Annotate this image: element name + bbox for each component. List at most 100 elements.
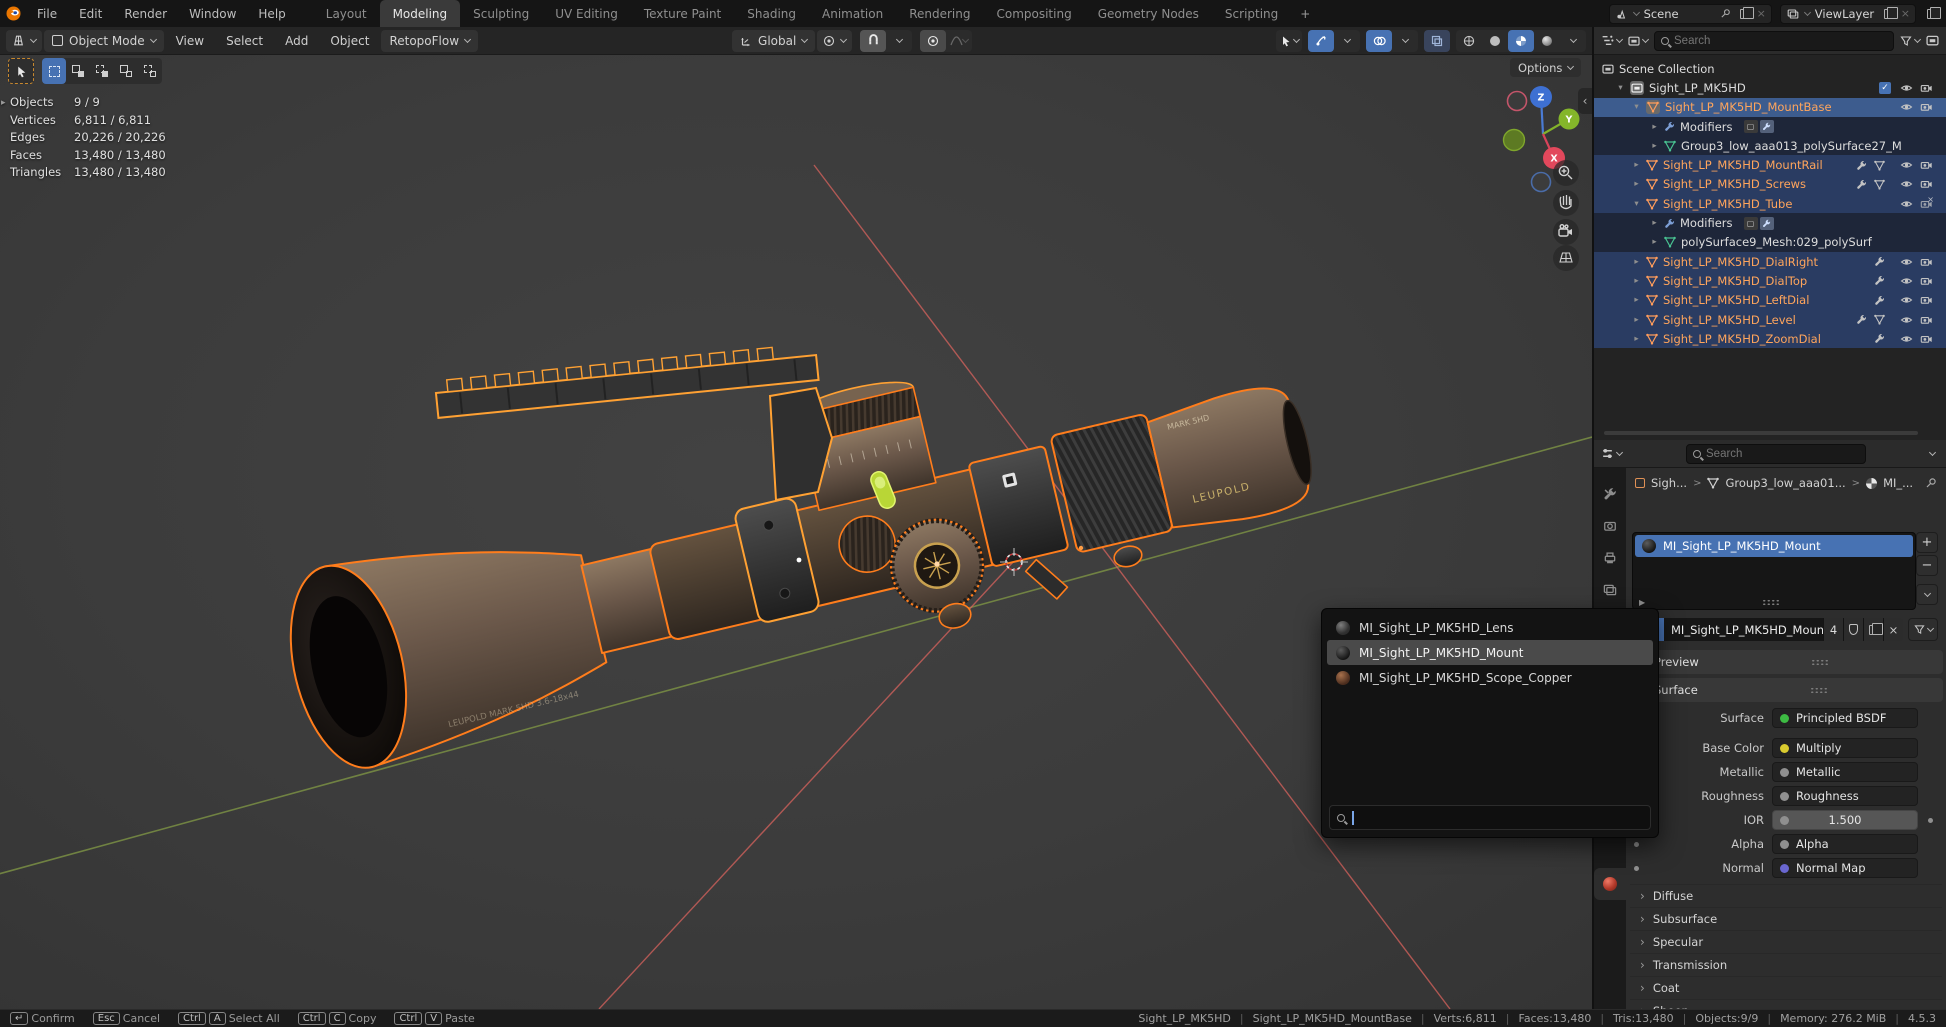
- blender-logo-icon[interactable]: [0, 0, 26, 27]
- disclosure-icon[interactable]: ▾: [1616, 83, 1625, 93]
- outliner-row-mesh-data[interactable]: ▸ Group3_low_aaa013_polySurface27_M: [1594, 136, 1946, 155]
- outliner-row-level[interactable]: ▸ Sight_LP_MK5HD_Level: [1594, 310, 1946, 329]
- gizmos-toggle[interactable]: [1308, 30, 1334, 52]
- section-preview[interactable]: ▸ Preview: [1629, 650, 1943, 674]
- tab-scripting[interactable]: Scripting: [1212, 0, 1291, 27]
- camera-view-button[interactable]: [1553, 219, 1579, 245]
- properties-options-icon[interactable]: [1929, 448, 1936, 455]
- menu-object[interactable]: Object: [320, 34, 379, 48]
- unlink-material-button[interactable]: ×: [1883, 618, 1903, 641]
- section-transmission[interactable]: ›Transmission: [1630, 953, 1942, 976]
- outliner-row-scene-collection[interactable]: Scene Collection: [1594, 59, 1946, 78]
- outliner-scrollbar[interactable]: [1604, 431, 1918, 435]
- snap-settings-dropdown[interactable]: [886, 30, 912, 52]
- shading-solid-button[interactable]: [1482, 30, 1508, 52]
- roughness-field[interactable]: Roughness: [1772, 786, 1918, 806]
- eye-icon[interactable]: [1900, 333, 1913, 345]
- outliner-row-leftdial[interactable]: ▸ Sight_LP_MK5HD_LeftDial: [1594, 291, 1946, 310]
- tab-animation[interactable]: Animation: [809, 0, 896, 27]
- zoom-button[interactable]: [1553, 160, 1579, 186]
- section-diffuse[interactable]: ›Diffuse: [1630, 884, 1942, 907]
- shading-dropdown[interactable]: [1560, 30, 1586, 52]
- tab-tool[interactable]: [1594, 478, 1626, 510]
- viewport-3d-scene[interactable]: LEUPOLD MARK 5HD 3.6-18x44: [0, 55, 1592, 1009]
- dropdown-item-lens[interactable]: MI_Sight_LP_MK5HD_Lens: [1327, 615, 1653, 640]
- tab-geometry-nodes[interactable]: Geometry Nodes: [1085, 0, 1212, 27]
- overlays-toggle[interactable]: [1366, 30, 1392, 52]
- outliner-row-mesh-data[interactable]: ▸ polySurface9_Mesh:029_polySurf: [1594, 233, 1946, 252]
- camera-icon[interactable]: [1920, 82, 1933, 94]
- pan-button[interactable]: [1553, 190, 1579, 216]
- outliner-row-modifiers[interactable]: ▸ Modifiers ▢: [1594, 213, 1946, 232]
- tab-modeling[interactable]: Modeling: [380, 0, 461, 27]
- outliner-row-mountrail[interactable]: ▸ Sight_LP_MK5HD_MountRail: [1594, 155, 1946, 174]
- modifier-display-toggle[interactable]: ▢: [1744, 120, 1758, 133]
- camera-icon[interactable]: [1920, 159, 1933, 171]
- menu-window[interactable]: Window: [178, 0, 247, 27]
- tab-shading[interactable]: Shading: [734, 0, 809, 27]
- under-knob[interactable]: [1112, 544, 1144, 570]
- outliner-row-tube[interactable]: ▾ Sight_LP_MK5HD_Tube ×: [1594, 194, 1946, 213]
- menu-edit[interactable]: Edit: [68, 0, 113, 27]
- base-color-field[interactable]: Multiply: [1772, 738, 1918, 758]
- outliner-row-screws[interactable]: ▸ Sight_LP_MK5HD_Screws: [1594, 175, 1946, 194]
- outliner-row-dialright[interactable]: ▸ Sight_LP_MK5HD_DialRight: [1594, 252, 1946, 271]
- tab-output[interactable]: [1594, 542, 1626, 574]
- pivot-point-dropdown[interactable]: [817, 30, 852, 52]
- breadcrumb-data[interactable]: Group3_low_aaa01...: [1725, 476, 1845, 490]
- proportional-falloff-dropdown[interactable]: [946, 30, 972, 52]
- throw-lever[interactable]: [1024, 554, 1070, 604]
- eye-icon[interactable]: [1900, 256, 1913, 268]
- gizmo-axis-neg-x[interactable]: [1508, 92, 1527, 111]
- ortho-grid-button[interactable]: [1553, 245, 1579, 271]
- select-box-intersect-button[interactable]: [138, 58, 162, 84]
- select-box-new-button[interactable]: [42, 58, 66, 84]
- outliner-filter-button[interactable]: [1900, 35, 1920, 47]
- camera-icon[interactable]: [1920, 178, 1933, 190]
- pin-icon[interactable]: [1719, 7, 1733, 21]
- options-button[interactable]: Options: [1510, 58, 1581, 77]
- tab-uv-editing[interactable]: UV Editing: [542, 0, 631, 27]
- slot-specials-button[interactable]: [1916, 584, 1938, 605]
- gizmos-dropdown[interactable]: [1334, 30, 1360, 52]
- shading-rendered-button[interactable]: [1534, 30, 1560, 52]
- add-workspace-button[interactable]: +: [1291, 0, 1319, 27]
- material-users-count[interactable]: 4: [1823, 618, 1843, 641]
- gizmo-axis-neg-z[interactable]: [1532, 173, 1551, 192]
- resize-grip[interactable]: [1762, 599, 1780, 606]
- eye-icon[interactable]: [1900, 198, 1913, 210]
- show-object-types-dropdown[interactable]: [1276, 30, 1302, 52]
- add-slot-button[interactable]: +: [1916, 532, 1938, 553]
- camera-icon[interactable]: [1920, 294, 1933, 306]
- camera-icon[interactable]: [1920, 101, 1933, 113]
- tab-layout[interactable]: Layout: [313, 0, 380, 27]
- disclosure-icon[interactable]: ▾: [1632, 199, 1641, 209]
- new-scene-icon[interactable]: [1738, 7, 1752, 21]
- shading-material-preview-button[interactable]: [1508, 30, 1534, 52]
- decorator-dot[interactable]: [1634, 866, 1639, 871]
- material-slot-list[interactable]: MI_Sight_LP_MK5HD_Mount ▶: [1632, 532, 1916, 610]
- properties-search[interactable]: [1686, 444, 1866, 464]
- section-surface[interactable]: ▾ Surface: [1629, 678, 1943, 702]
- disclosure-icon[interactable]: ▸: [1632, 295, 1641, 305]
- new-viewlayer-icon[interactable]: [1882, 7, 1896, 21]
- select-box-extend-button[interactable]: [66, 58, 90, 84]
- mount-rail[interactable]: [435, 343, 819, 418]
- slot-filter-icon[interactable]: ▶: [1639, 598, 1645, 607]
- disclosure-icon[interactable]: ▸: [1650, 141, 1659, 151]
- breadcrumb-material[interactable]: MI_...: [1883, 476, 1913, 490]
- retopoflow-menu[interactable]: RetopoFlow: [381, 30, 478, 52]
- tab-view-layer[interactable]: [1594, 574, 1626, 606]
- menu-view[interactable]: View: [166, 34, 214, 48]
- outliner-editor-type-button[interactable]: [1601, 34, 1622, 47]
- outliner-search-input[interactable]: [1674, 35, 1887, 47]
- tab-sculpting[interactable]: Sculpting: [460, 0, 542, 27]
- camera-icon[interactable]: [1920, 256, 1933, 268]
- drag-grip-icon[interactable]: [1810, 687, 1828, 694]
- dropdown-item-mount[interactable]: MI_Sight_LP_MK5HD_Mount: [1327, 640, 1653, 665]
- disclosure-icon[interactable]: ▸: [1632, 315, 1641, 325]
- new-material-button[interactable]: [1863, 618, 1883, 641]
- menu-file[interactable]: File: [26, 0, 68, 27]
- unlink-scene-icon[interactable]: ×: [1757, 7, 1766, 20]
- snap-toggle[interactable]: [860, 30, 886, 52]
